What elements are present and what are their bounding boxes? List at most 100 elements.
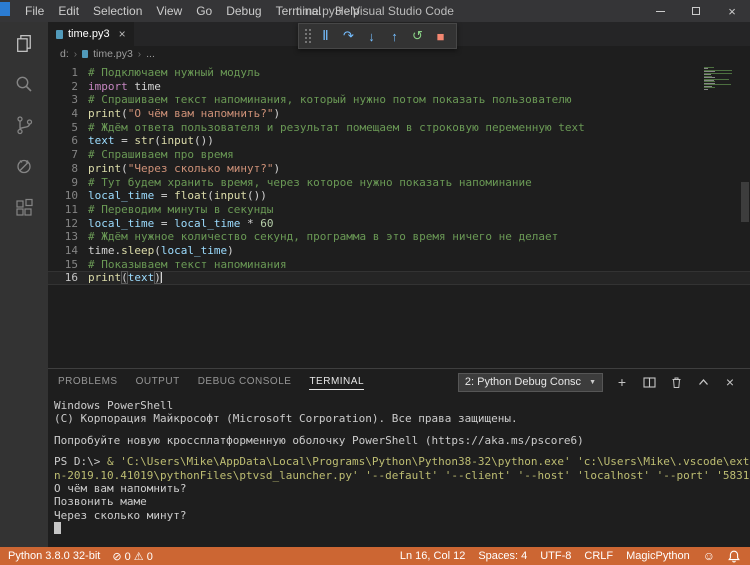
panel-tab-debug-console[interactable]: DEBUG CONSOLE	[198, 374, 292, 390]
terminal-blank-line	[54, 426, 750, 434]
chevron-right-icon: ›	[138, 49, 141, 60]
terminal[interactable]: Windows PowerShell(C) Корпорация Майкрос…	[48, 395, 750, 547]
code-text: import time	[88, 80, 161, 94]
terminal-cursor	[54, 522, 61, 534]
code-line: 12local_time = local_time * 60	[48, 217, 750, 231]
terminal-line: PS D:\> & 'C:\Users\Mike\AppData\Local\P…	[54, 455, 750, 468]
sidebar-item-extensions[interactable]	[10, 194, 38, 220]
minimize-button[interactable]	[642, 0, 678, 22]
menu-edit[interactable]: Edit	[51, 0, 86, 22]
status-bar: Python 3.8.0 32-bit ⊘ 0 ⚠ 0 Ln 16, Col 12…	[0, 547, 750, 565]
panel-tab-output[interactable]: OUTPUT	[136, 374, 180, 390]
breadcrumb-drive[interactable]: d:	[60, 48, 69, 60]
line-number: 3	[48, 93, 78, 107]
tab-label: time.py3	[68, 28, 110, 40]
chevron-right-icon: ›	[74, 49, 77, 60]
minimap[interactable]	[702, 65, 734, 92]
close-button[interactable]: ×	[714, 0, 750, 22]
statusbar-indentation[interactable]: Spaces: 4	[478, 550, 527, 562]
source-control-icon	[13, 114, 35, 136]
terminal-line: Windows PowerShell	[54, 399, 750, 412]
maximize-icon	[692, 7, 700, 15]
panel-tab-terminal[interactable]: TERMINAL	[309, 374, 364, 390]
terminal-line: (C) Корпорация Майкрософт (Microsoft Cor…	[54, 412, 750, 425]
stop-button[interactable]: ■	[429, 25, 452, 47]
chevron-down-icon: ▼	[589, 379, 596, 386]
line-number: 5	[48, 121, 78, 135]
terminal-selector-dropdown[interactable]: 2: Python Debug Consc ▼	[458, 373, 603, 392]
menu-view[interactable]: View	[149, 0, 189, 22]
code-lines: 1# Подключаем нужный модуль2import time3…	[48, 66, 750, 285]
terminal-selector-value: 2: Python Debug Consc	[465, 376, 581, 388]
statusbar-feedback-smiley-icon[interactable]: ☺	[703, 549, 715, 563]
code-text: local_time = float(input())	[88, 189, 267, 203]
panel-tab-problems[interactable]: PROBLEMS	[58, 374, 118, 390]
tab-close-icon[interactable]: ×	[119, 27, 126, 41]
kill-terminal-button[interactable]	[668, 374, 684, 390]
editor-scrollbar[interactable]	[741, 182, 749, 222]
line-number: 2	[48, 80, 78, 94]
line-number: 10	[48, 189, 78, 203]
trash-icon	[670, 376, 683, 389]
code-text: print("О чём вам напомнить?")	[88, 107, 280, 121]
sidebar-item-explorer[interactable]	[10, 30, 38, 56]
breadcrumb-file[interactable]: time.py3	[93, 48, 133, 60]
breadcrumb-symbols[interactable]: ...	[146, 48, 155, 60]
menu-terminal[interactable]: Terminal	[269, 0, 328, 22]
text-cursor	[161, 272, 162, 283]
terminal-blank-line	[54, 447, 750, 455]
code-line: 11# Переводим минуты в секунды	[48, 203, 750, 217]
step-out-button[interactable]: ↑	[383, 25, 406, 47]
terminal-line: Попробуйте новую кроссплатформенную обол…	[54, 434, 750, 447]
tab-time-py3[interactable]: time.py3 ×	[48, 22, 134, 46]
close-panel-button[interactable]: ×	[722, 374, 738, 390]
menu-help[interactable]: Help	[328, 0, 367, 22]
code-text: # Тут будем хранить время, через которое…	[88, 176, 532, 190]
plus-icon: +	[618, 374, 626, 390]
code-text: # Спрашиваем текст напоминания, который …	[88, 93, 571, 107]
drag-handle[interactable]	[304, 28, 311, 44]
line-number: 14	[48, 244, 78, 258]
statusbar-encoding[interactable]: UTF-8	[540, 550, 571, 562]
code-text: time.sleep(local_time)	[88, 244, 234, 258]
notifications-bell-icon[interactable]	[728, 550, 740, 563]
terminal-line: О чём вам напомнить?	[54, 482, 750, 495]
split-icon	[643, 376, 656, 389]
maximize-button[interactable]	[678, 0, 714, 22]
sidebar-item-debug[interactable]	[10, 153, 38, 179]
menu-go[interactable]: Go	[189, 0, 219, 22]
statusbar-cursor-position[interactable]: Ln 16, Col 12	[400, 550, 465, 562]
code-text: # Подключаем нужный модуль	[88, 66, 260, 80]
menu-file[interactable]: File	[18, 0, 51, 22]
split-terminal-button[interactable]	[641, 374, 657, 390]
statusbar-python-interpreter[interactable]: Python 3.8.0 32-bit	[8, 550, 100, 562]
restart-button[interactable]: ↺	[406, 25, 429, 47]
statusbar-eol-sequence[interactable]: CRLF	[584, 550, 613, 562]
statusbar-problems-summary[interactable]: ⊘ 0 ⚠ 0	[112, 550, 152, 563]
code-text: text = str(input())	[88, 134, 214, 148]
menu-selection[interactable]: Selection	[86, 0, 149, 22]
app-icon	[0, 2, 10, 16]
sidebar-item-source-control[interactable]	[10, 112, 38, 138]
statusbar-language-mode[interactable]: MagicPython	[626, 550, 690, 562]
line-number: 8	[48, 162, 78, 176]
explorer-icon	[13, 32, 36, 55]
new-terminal-button[interactable]: +	[614, 374, 630, 390]
menu-debug[interactable]: Debug	[219, 0, 268, 22]
terminal-line: n-2019.10.41019\pythonFiles\ptvsd_launch…	[54, 469, 750, 482]
step-into-button[interactable]: ↓	[360, 25, 383, 47]
window-controls: ×	[642, 0, 750, 22]
statusbar-left: Python 3.8.0 32-bit ⊘ 0 ⚠ 0	[8, 550, 153, 563]
titlebar: FileEditSelectionViewGoDebugTerminalHelp…	[0, 0, 750, 22]
step-over-button[interactable]: ↷	[337, 25, 360, 47]
search-icon	[13, 73, 35, 95]
maximize-panel-button[interactable]	[695, 374, 711, 390]
vscode-window: FileEditSelectionViewGoDebugTerminalHelp…	[0, 0, 750, 565]
code-editor[interactable]: 1# Подключаем нужный модуль2import time3…	[48, 62, 750, 368]
sidebar-item-search[interactable]	[10, 71, 38, 97]
close-icon: ×	[726, 374, 734, 390]
code-line: 7# Спрашиваем про время	[48, 148, 750, 162]
line-number: 4	[48, 107, 78, 121]
code-line: 16print(text)	[48, 271, 750, 285]
continue-pause-button[interactable]: Ⅱ	[314, 25, 337, 47]
